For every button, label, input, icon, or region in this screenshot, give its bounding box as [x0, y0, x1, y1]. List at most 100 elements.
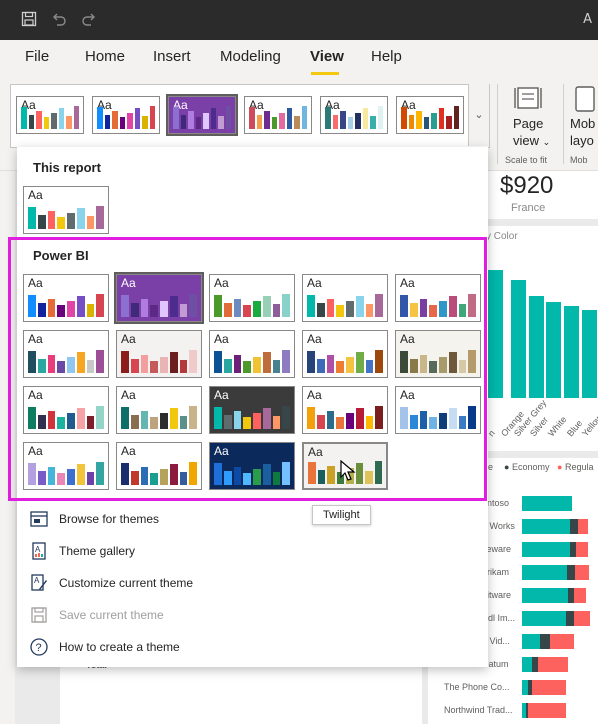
- theme-swatch-bar: [214, 350, 222, 373]
- theme-swatch-bar: [37, 302, 46, 317]
- theme-swatch-bar: [365, 471, 373, 484]
- title-bar: A: [0, 0, 598, 40]
- theme-swatch-bar: [375, 405, 383, 429]
- power-bi-theme-tile[interactable]: Aa: [302, 274, 388, 322]
- power-bi-theme-tile[interactable]: Aa: [114, 272, 204, 324]
- svg-text:A: A: [34, 576, 40, 585]
- power-bi-theme-tile[interactable]: Aa: [395, 330, 481, 378]
- theme-swatch-bar: [47, 210, 56, 229]
- theme-swatch-bar: [57, 417, 65, 429]
- theme-swatch-bar: [96, 293, 104, 317]
- theme-swatch-bar: [294, 116, 300, 129]
- power-bi-theme-tile[interactable]: Aa: [209, 442, 295, 490]
- theme-swatch-bar: [189, 405, 197, 429]
- theme-swatch-bar: [97, 106, 103, 129]
- redo-icon[interactable]: [80, 11, 98, 29]
- theme-swatch-bar: [448, 352, 457, 373]
- active-tab-indicator: [311, 72, 339, 75]
- theme-swatch-bar: [307, 350, 315, 373]
- theme-swatch-bar: [282, 349, 290, 373]
- theme-swatch-bar: [253, 301, 261, 317]
- theme-swatch-bar: [121, 350, 129, 373]
- menu-home[interactable]: Home: [85, 48, 125, 65]
- theme-swatch-bar: [86, 216, 95, 229]
- page-view-label-1: Page: [513, 116, 544, 131]
- menu-view[interactable]: View: [310, 48, 344, 65]
- theme-swatch-bar: [264, 110, 270, 129]
- theme-swatch-bar: [365, 416, 374, 429]
- power-bi-theme-tile[interactable]: Aa: [395, 386, 481, 434]
- ribbon-theme-tile[interactable]: Aa: [244, 96, 312, 134]
- power-bi-theme-tile[interactable]: Aa: [23, 442, 109, 490]
- power-bi-theme-tile[interactable]: Aa: [23, 274, 109, 322]
- theme-swatch-bar: [453, 105, 459, 129]
- menu-help[interactable]: Help: [371, 48, 402, 65]
- theme-swatch-bar: [76, 296, 85, 317]
- theme-swatch-bar: [225, 105, 231, 129]
- background-chart-bar: [546, 302, 561, 398]
- background-stacked-bar: [540, 634, 550, 649]
- ribbon-theme-tile[interactable]: Aa: [396, 96, 464, 134]
- theme-swatch-bar: [169, 352, 178, 373]
- theme-tile-aa-label: Aa: [214, 276, 229, 290]
- power-bi-theme-tile[interactable]: Aa: [116, 386, 202, 434]
- background-stacked-bar: [576, 542, 588, 557]
- theme-swatch-bar: [307, 406, 315, 429]
- theme-swatch-bar: [28, 206, 36, 229]
- theme-swatch-bar: [47, 466, 56, 485]
- menu-modeling[interactable]: Modeling: [220, 48, 281, 65]
- theme-swatch-bar: [188, 110, 194, 129]
- theme-swatch-bar: [150, 417, 158, 429]
- theme-swatch-bar: [223, 358, 232, 373]
- gallery-expand-chevron-icon[interactable]: ⌄: [468, 84, 489, 146]
- theme-swatch-bar: [121, 462, 129, 485]
- power-bi-theme-tile[interactable]: Aa: [209, 330, 295, 378]
- power-bi-theme-tile[interactable]: Aa: [302, 330, 388, 378]
- this-report-theme-tile[interactable]: Aa: [23, 186, 109, 234]
- theme-swatch-bar: [326, 298, 335, 317]
- theme-swatch-bar: [400, 294, 408, 317]
- ribbon-theme-tile[interactable]: Aa: [320, 96, 388, 134]
- ribbon-theme-tile[interactable]: Aa: [92, 96, 160, 134]
- kpi-value: $920: [500, 172, 554, 199]
- theme-swatch-bar: [223, 302, 232, 317]
- power-bi-theme-tile[interactable]: Aa: [23, 386, 109, 434]
- theme-swatch-bars: [28, 203, 104, 229]
- theme-tile-aa-label: Aa: [400, 276, 415, 290]
- theme-swatch-bar: [37, 358, 46, 373]
- menu-insert[interactable]: Insert: [153, 48, 191, 65]
- mobile-layout-button[interactable]: Mob layo Mob: [568, 82, 598, 168]
- power-bi-theme-tile[interactable]: Aa: [116, 442, 202, 490]
- theme-swatch-bar: [28, 406, 36, 429]
- customize-theme-icon: A: [30, 574, 48, 592]
- ribbon-theme-tile[interactable]: Aa: [16, 96, 84, 134]
- mobile-label-1: Mob: [570, 116, 596, 131]
- theme-swatch-bar: [58, 108, 64, 129]
- legend-prefix: e: [488, 462, 494, 472]
- save-icon[interactable]: [20, 11, 38, 29]
- theme-swatch-bar: [150, 305, 158, 317]
- theme-swatch-bar: [160, 301, 168, 317]
- theme-swatch-bar: [233, 354, 242, 373]
- theme-tile-aa-label: Aa: [214, 444, 229, 458]
- background-stacked-bar: [522, 611, 566, 626]
- theme-swatch-bar: [419, 298, 428, 317]
- menu-file[interactable]: File: [25, 48, 49, 65]
- power-bi-theme-tile[interactable]: Aa: [209, 274, 295, 322]
- theme-swatch-bar: [365, 304, 374, 317]
- power-bi-theme-tile[interactable]: Aa: [395, 274, 481, 322]
- theme-swatch-bar: [121, 294, 129, 317]
- page-view-button[interactable]: Page view ⌄ Scale to fit: [505, 82, 559, 168]
- power-bi-theme-tile[interactable]: Aa: [116, 330, 202, 378]
- undo-icon[interactable]: [50, 11, 68, 29]
- power-bi-theme-tile[interactable]: Aa: [209, 386, 295, 434]
- power-bi-theme-tile[interactable]: Aa: [302, 386, 388, 434]
- theme-swatch-bar: [282, 405, 290, 429]
- background-stacked-bar: [567, 565, 575, 580]
- background-chart-bar: [582, 310, 597, 398]
- theme-tile-aa-label: Aa: [214, 388, 229, 402]
- menu-item-label: Theme gallery: [59, 544, 136, 558]
- power-bi-theme-tile[interactable]: Aa: [23, 330, 109, 378]
- ribbon-theme-tile[interactable]: Aa: [166, 94, 238, 136]
- background-stacked-bar: [522, 634, 540, 649]
